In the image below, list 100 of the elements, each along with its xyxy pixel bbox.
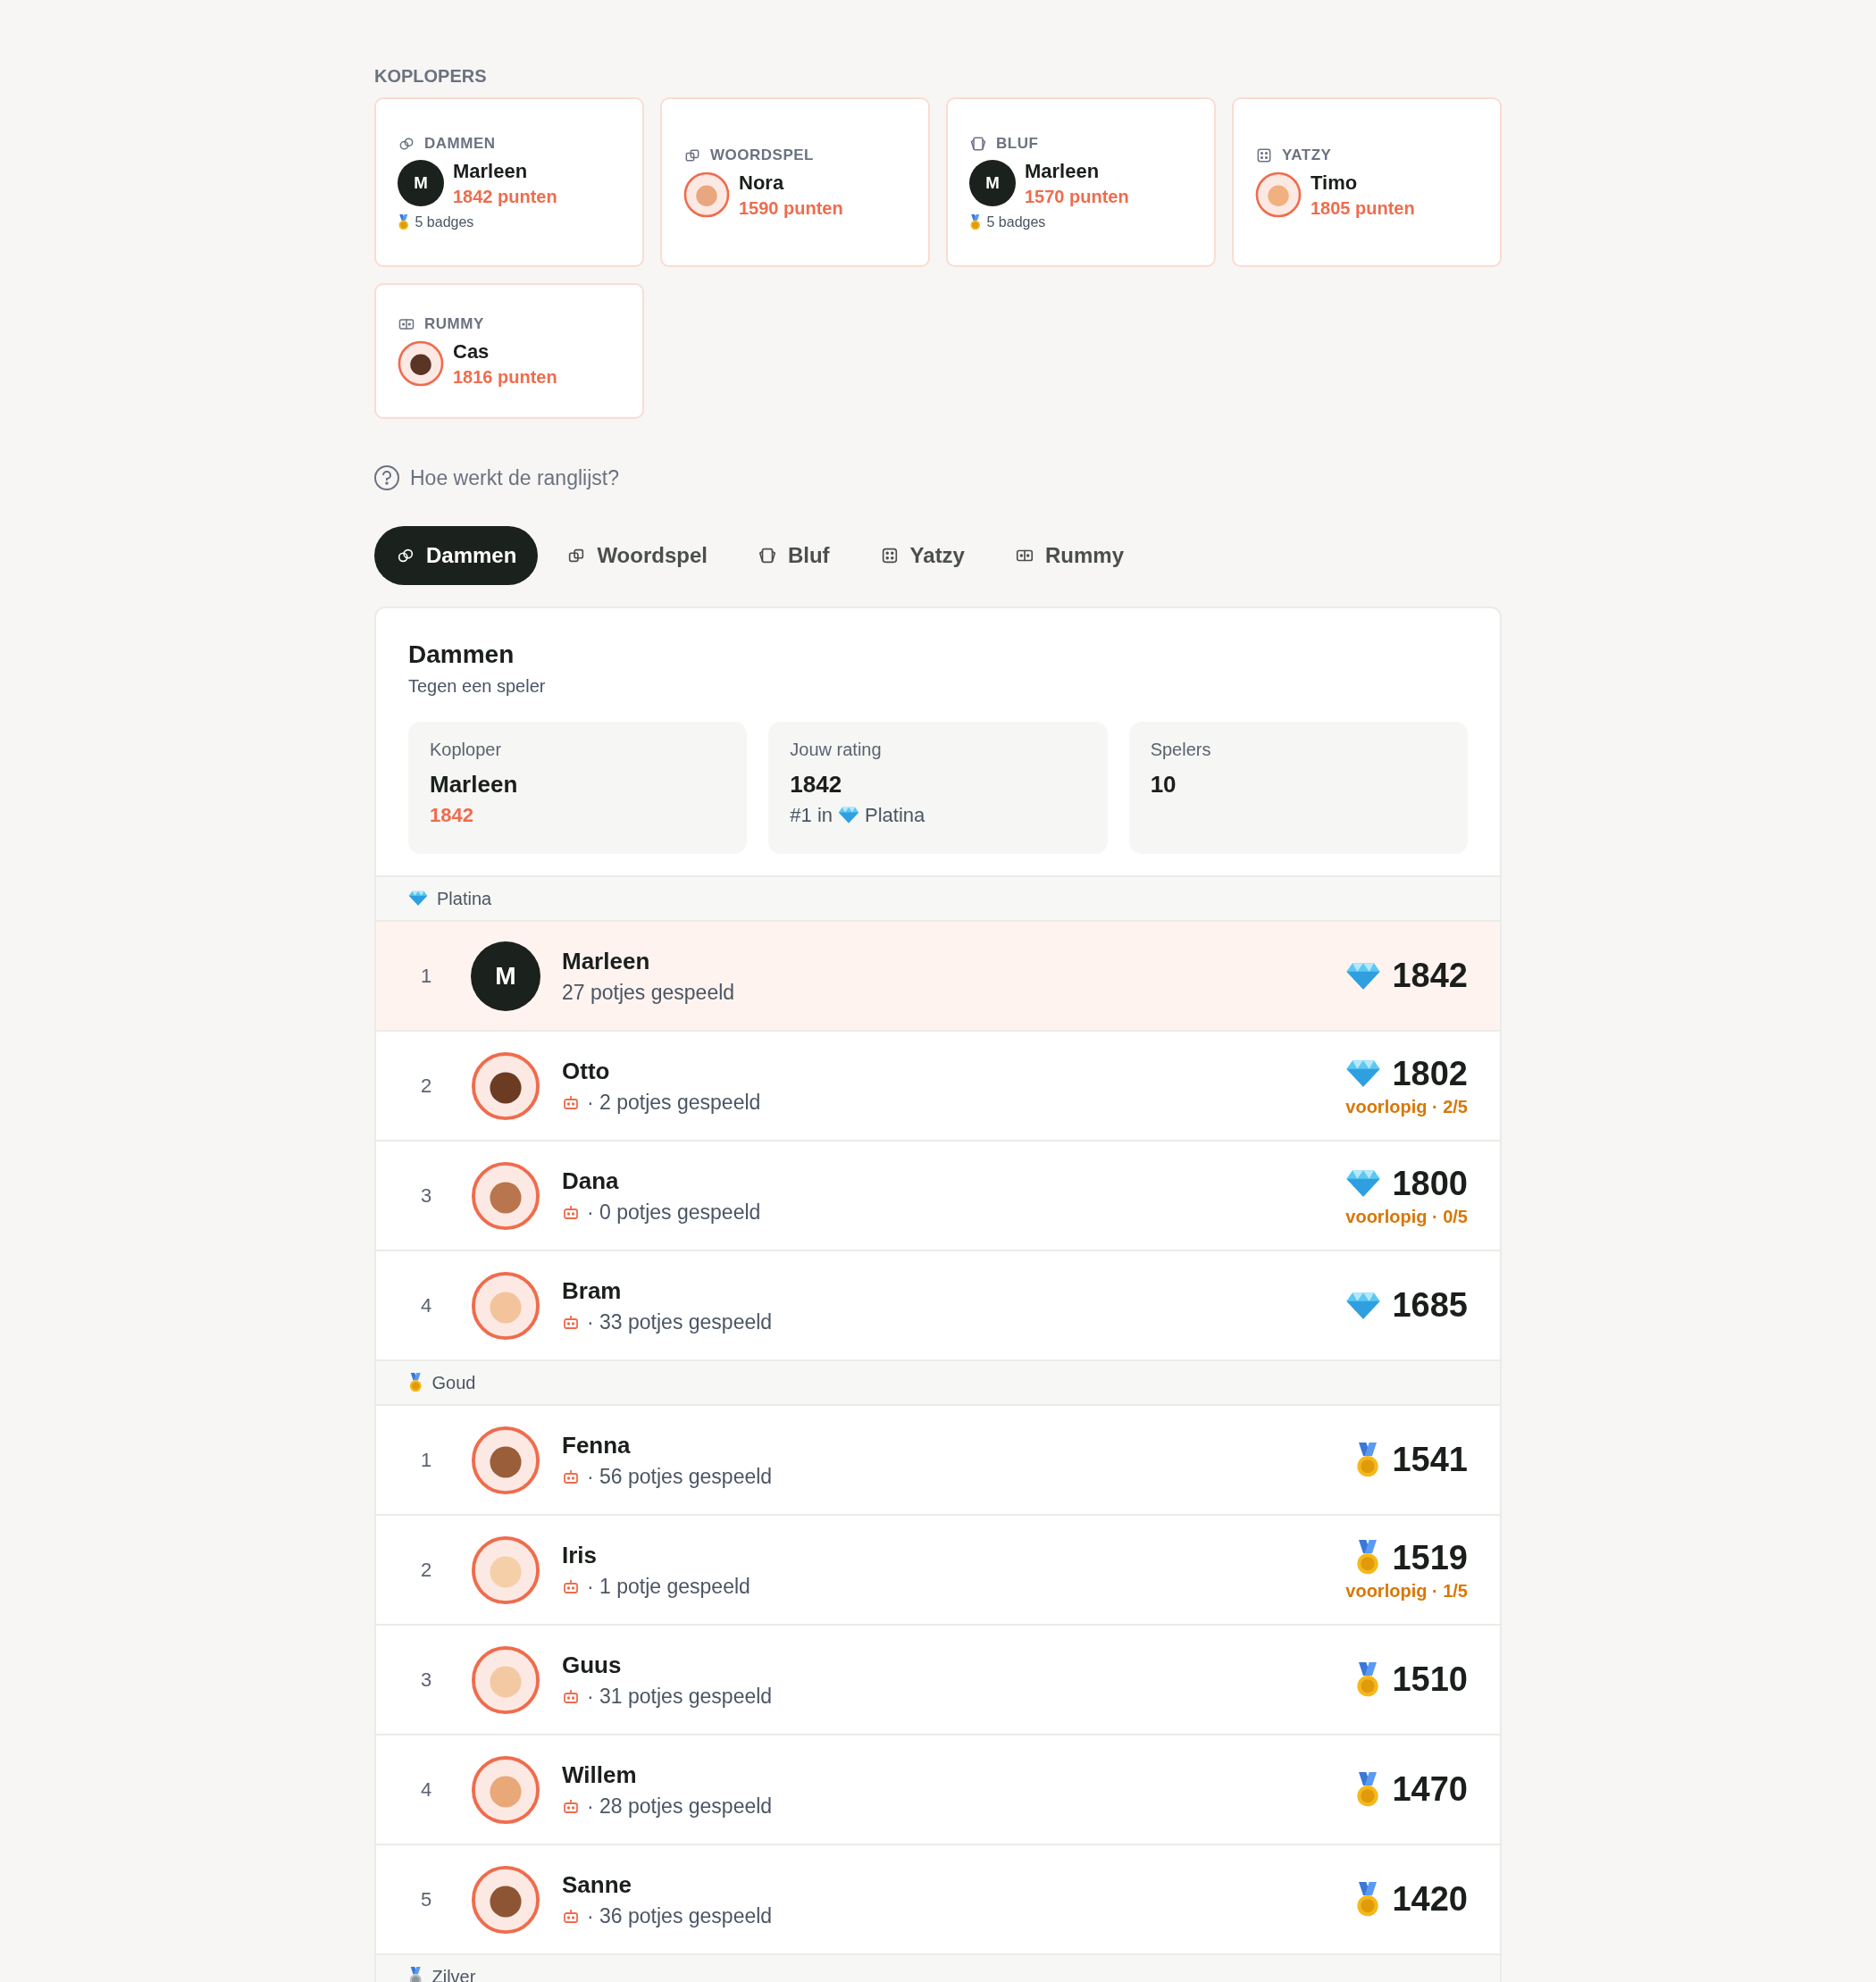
avatar: M bbox=[398, 160, 444, 206]
rating-value: 1541 bbox=[1392, 1441, 1468, 1479]
player-name: Sanne bbox=[562, 1870, 632, 1898]
games-played: · 33 potjes gespeeld bbox=[587, 1309, 773, 1334]
provisional-label: voorlopig · 2/5 bbox=[1345, 1096, 1468, 1117]
player-name: Iris bbox=[562, 1541, 598, 1568]
games-played: · 36 potjes gespeeld bbox=[587, 1903, 773, 1928]
rating-value: 1800 bbox=[1392, 1164, 1468, 1203]
stat-note: 1842 bbox=[430, 804, 473, 827]
avatar: M bbox=[471, 941, 540, 1011]
ranking-row[interactable]: 1 M Marleen 27 potjes gespeeld 1842 bbox=[376, 922, 1500, 1030]
diamond-icon bbox=[838, 807, 860, 824]
rank-number: 3 bbox=[421, 1183, 432, 1207]
rating-value: 1420 bbox=[1392, 1880, 1468, 1919]
cards-icon bbox=[757, 546, 777, 565]
rank-number: 3 bbox=[421, 1668, 432, 1691]
game-label: RUMMY bbox=[424, 314, 484, 333]
game-tab[interactable]: Bluf bbox=[735, 526, 851, 585]
diamond-icon bbox=[1345, 961, 1382, 991]
points-label: 1590 punten bbox=[739, 197, 843, 219]
diamond-icon bbox=[1345, 1169, 1382, 1198]
rank-number: 5 bbox=[421, 1887, 432, 1911]
diamond-icon bbox=[1345, 1059, 1382, 1088]
medal-icon bbox=[408, 1967, 423, 1982]
stat-value: 10 bbox=[1150, 771, 1177, 799]
medal-icon bbox=[398, 213, 410, 230]
avatar: M bbox=[969, 160, 1016, 206]
player-name: Timo bbox=[1311, 171, 1359, 195]
tier-label: Platina bbox=[437, 888, 492, 909]
rating-value: 1470 bbox=[1392, 1770, 1468, 1809]
games-played: · 0 potjes gespeeld bbox=[587, 1200, 761, 1225]
tier-label: Goud bbox=[431, 1372, 476, 1393]
ranking-row[interactable]: 1 Fenna · 56 potjes gespeeld 1541 bbox=[376, 1406, 1500, 1514]
stat-label: Jouw rating bbox=[790, 740, 883, 760]
rank-number: 2 bbox=[421, 1558, 432, 1581]
rating-value: 1802 bbox=[1392, 1054, 1468, 1093]
tier-label: Platina bbox=[865, 804, 925, 827]
points-label: 1570 punten bbox=[1025, 186, 1129, 207]
games-played: 27 potjes gespeeld bbox=[562, 980, 735, 1005]
panel-title: Dammen bbox=[408, 640, 515, 669]
player-name: Guus bbox=[562, 1651, 622, 1678]
points-label: 1842 punten bbox=[453, 186, 557, 207]
game-label: DAMMEN bbox=[424, 134, 496, 153]
ranking-row[interactable]: 2 Otto · 2 potjes gespeeld 1802 voorlopig · 2/5 bbox=[376, 1030, 1500, 1140]
badges-label: 5 badges bbox=[415, 213, 474, 230]
rank-number: 1 bbox=[421, 1448, 432, 1471]
help-link[interactable]: Hoe werkt de ranglijst? bbox=[410, 465, 619, 490]
points-label: 1816 punten bbox=[453, 366, 557, 388]
stat-label: Koploper bbox=[430, 740, 503, 760]
player-name: Marleen bbox=[562, 947, 650, 974]
section-heading: KOPLOPERS bbox=[374, 66, 487, 87]
stat-label: Spelers bbox=[1150, 740, 1212, 760]
ranking-row[interactable]: 4 Willem · 28 potjes gespeeld 1470 bbox=[376, 1734, 1500, 1844]
provisional-label: voorlopig · 1/5 bbox=[1345, 1580, 1468, 1601]
player-name: Willem bbox=[562, 1760, 637, 1788]
rating-value: 1510 bbox=[1392, 1660, 1468, 1699]
help-icon[interactable] bbox=[374, 465, 399, 490]
player-name: Bram bbox=[562, 1276, 622, 1304]
rank-number: 2 bbox=[421, 1074, 432, 1097]
games-played: · 2 potjes gespeeld bbox=[587, 1090, 761, 1115]
games-played: · 1 potje gespeeld bbox=[587, 1574, 750, 1599]
player-name: Cas bbox=[453, 339, 490, 364]
player-name: Dana bbox=[562, 1167, 619, 1194]
stat-value: Marleen bbox=[430, 771, 519, 799]
player-name: Fenna bbox=[562, 1431, 631, 1459]
medal-icon bbox=[969, 213, 982, 230]
panel-subtitle: Tegen een speler bbox=[408, 676, 547, 697]
game-label: YATZY bbox=[1282, 146, 1332, 164]
games-played: · 28 potjes gespeeld bbox=[587, 1794, 773, 1819]
ranking-row[interactable]: 3 Dana · 0 potjes gespeeld 1800 voorlopig · 0/5 bbox=[376, 1140, 1500, 1250]
game-label: BLUF bbox=[996, 134, 1039, 153]
stat-value: 1842 bbox=[790, 771, 843, 799]
game-tab[interactable]: Yatzy bbox=[858, 526, 986, 585]
avatar bbox=[1255, 171, 1302, 218]
game-tab[interactable]: Dammen bbox=[374, 526, 539, 585]
stat-note: #1 in bbox=[790, 804, 833, 827]
game-label: WOORDSPEL bbox=[710, 146, 814, 164]
tier-label: Zilver bbox=[431, 1966, 476, 1982]
player-name: Otto bbox=[562, 1057, 610, 1084]
medal-icon bbox=[408, 1373, 423, 1392]
rank-number: 1 bbox=[421, 964, 432, 987]
ranking-row[interactable]: 2 Iris · 1 potje gespeeld 1519 voorlopig · 1/5 bbox=[376, 1514, 1500, 1624]
diamond-icon bbox=[408, 891, 428, 907]
player-name: Marleen bbox=[453, 159, 529, 183]
game-tab[interactable]: Rummy bbox=[992, 526, 1145, 585]
rating-value: 1842 bbox=[1392, 957, 1468, 995]
player-name: Marleen bbox=[1025, 159, 1101, 183]
points-label: 1805 punten bbox=[1311, 197, 1415, 219]
game-tab[interactable]: Woordspel bbox=[545, 526, 729, 585]
rank-number: 4 bbox=[421, 1293, 432, 1317]
rating-value: 1519 bbox=[1392, 1538, 1468, 1577]
ranking-row[interactable]: 3 Guus · 31 potjes gespeeld 1510 bbox=[376, 1624, 1500, 1734]
avatar bbox=[683, 171, 730, 218]
avatar bbox=[398, 340, 444, 387]
games-played: · 31 potjes gespeeld bbox=[587, 1684, 773, 1709]
diamond-icon bbox=[1345, 1291, 1382, 1320]
rank-number: 4 bbox=[421, 1777, 432, 1801]
games-played: · 56 potjes gespeeld bbox=[587, 1464, 773, 1489]
badges-label: 5 badges bbox=[986, 213, 1046, 230]
rating-value: 1685 bbox=[1392, 1286, 1468, 1325]
